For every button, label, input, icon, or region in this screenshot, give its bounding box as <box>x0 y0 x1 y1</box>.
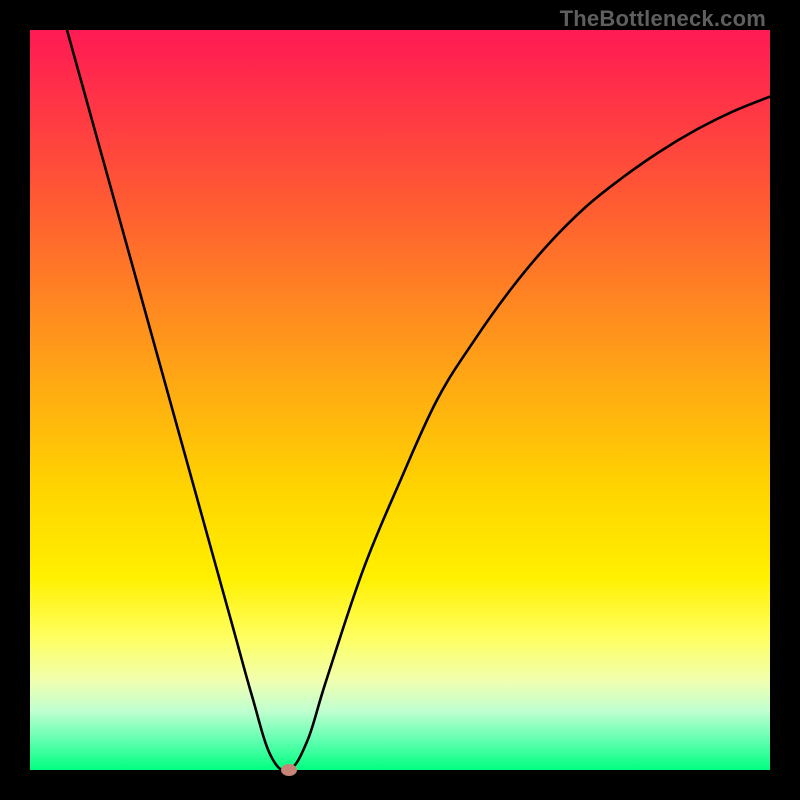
plot-area <box>30 30 770 770</box>
bottleneck-curve <box>67 30 770 771</box>
chart-frame: TheBottleneck.com <box>0 0 800 800</box>
watermark-text: TheBottleneck.com <box>560 6 766 32</box>
trough-marker <box>281 764 297 776</box>
curve-svg <box>30 30 770 770</box>
